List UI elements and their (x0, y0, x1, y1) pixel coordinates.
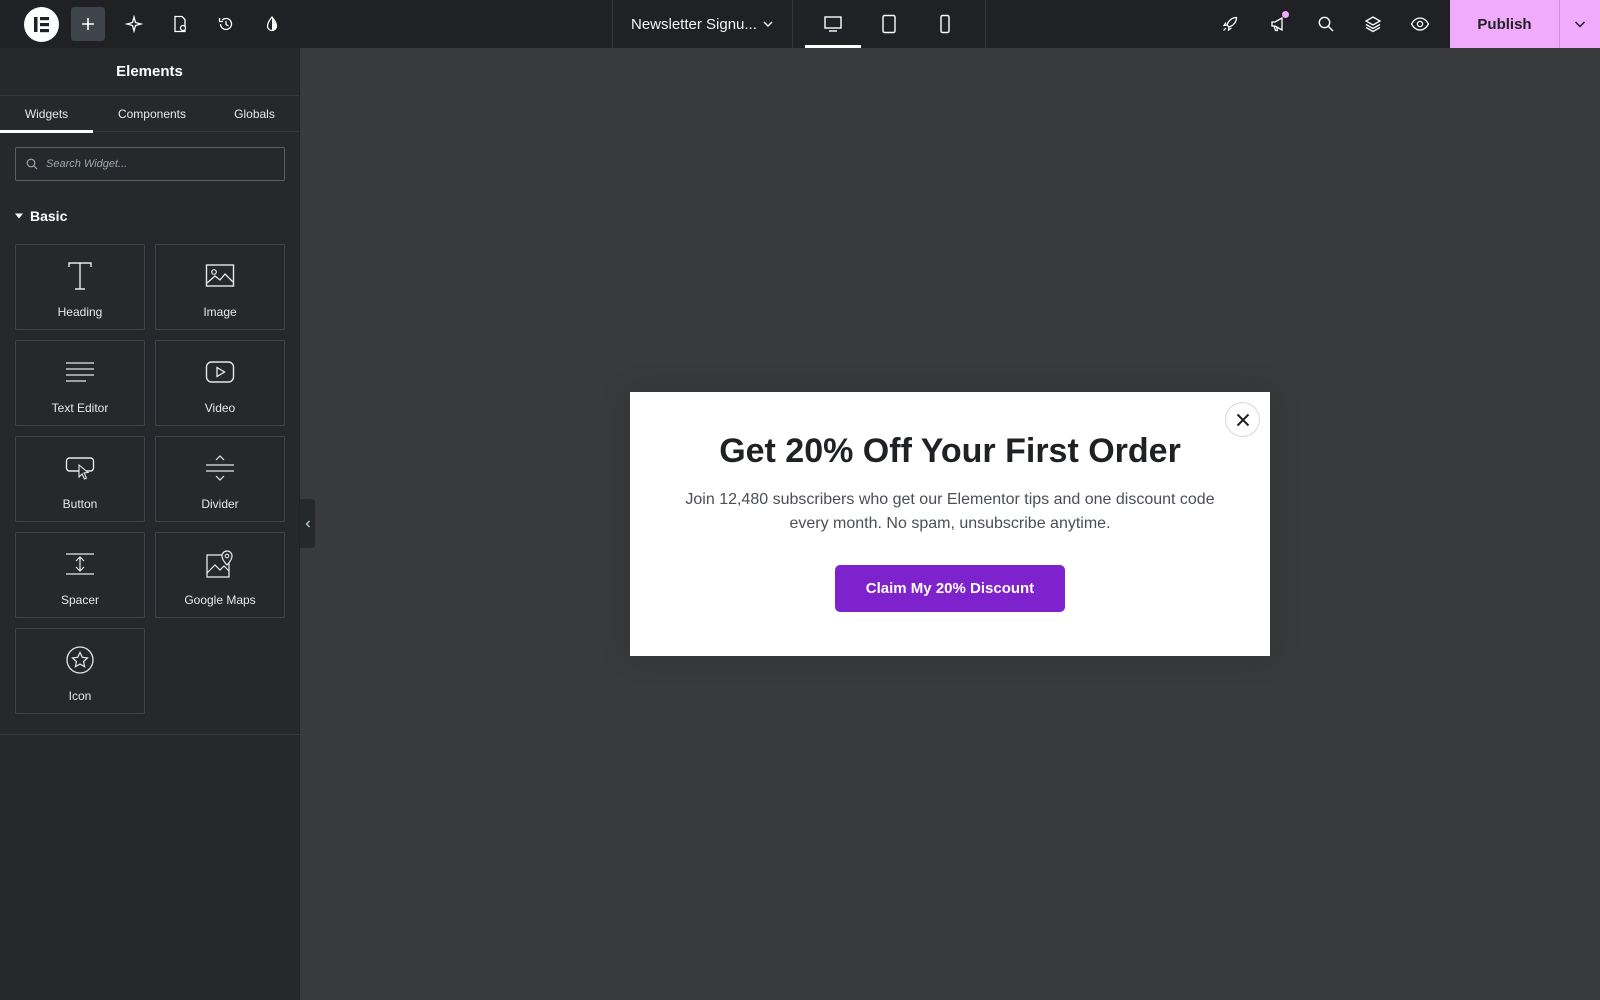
widget-divider[interactable]: Divider (155, 436, 285, 522)
top-bar: Newsletter Signu... Publish (0, 0, 1600, 48)
widget-spacer[interactable]: Spacer (15, 532, 145, 618)
image-icon (205, 259, 235, 293)
site-settings-icon[interactable] (255, 7, 289, 41)
widget-heading[interactable]: Heading (15, 244, 145, 330)
star-icon (65, 643, 95, 677)
widget-button[interactable]: Button (15, 436, 145, 522)
collapse-panel-button[interactable] (300, 499, 315, 548)
widget-video[interactable]: Video (155, 340, 285, 426)
structure-layers-icon[interactable] (1356, 7, 1390, 41)
popup-heading: Get 20% Off Your First Order (719, 432, 1181, 470)
widget-image[interactable]: Image (155, 244, 285, 330)
section-basic-toggle[interactable]: Basic (15, 208, 67, 224)
notification-dot (1282, 11, 1289, 18)
notifications-megaphone-icon[interactable] (1261, 7, 1295, 41)
panel-tabs: Widgets Components Globals (0, 96, 299, 133)
spacer-icon (65, 547, 95, 581)
publish-options-button[interactable] (1559, 0, 1600, 48)
widget-label: Divider (201, 497, 239, 511)
tablet-icon[interactable] (861, 0, 917, 48)
publish-button[interactable]: Publish (1450, 0, 1559, 48)
mobile-icon[interactable] (917, 0, 973, 48)
close-icon (1236, 413, 1249, 426)
widget-label: Text Editor (51, 401, 109, 415)
caret-down-icon (15, 213, 23, 219)
tab-globals[interactable]: Globals (222, 96, 287, 132)
heading-icon (66, 259, 94, 293)
section-title: Basic (30, 208, 68, 224)
search-icon (26, 158, 38, 170)
elements-panel: Elements Widgets Components Globals Basi… (0, 48, 300, 1000)
document-title-dropdown[interactable]: Newsletter Signu... (612, 0, 792, 48)
history-icon[interactable] (209, 7, 243, 41)
document-title: Newsletter Signu... (631, 15, 757, 33)
widget-search[interactable] (15, 147, 285, 181)
widget-label: Button (62, 497, 98, 511)
add-element-button[interactable] (71, 7, 105, 41)
widget-label: Google Maps (184, 593, 256, 607)
page-settings-icon[interactable] (163, 7, 197, 41)
widget-label: Spacer (60, 593, 100, 607)
widget-label: Heading (57, 305, 103, 319)
preview-eye-icon[interactable] (1403, 7, 1437, 41)
text-editor-icon (65, 355, 95, 389)
widget-google-maps[interactable]: Google Maps (155, 532, 285, 618)
claim-discount-button[interactable]: Claim My 20% Discount (835, 565, 1065, 612)
popup-description: Join 12,480 subscribers who get our Elem… (685, 491, 1215, 532)
elementor-logo-icon[interactable] (24, 7, 59, 42)
checklist-rocket-icon[interactable] (1213, 7, 1247, 41)
widget-text-editor[interactable]: Text Editor (15, 340, 145, 426)
chevron-down-icon (763, 21, 773, 27)
divider-icon (205, 451, 235, 485)
desktop-icon[interactable] (805, 0, 861, 48)
tab-components[interactable]: Components (107, 96, 197, 132)
separator (985, 0, 986, 48)
widget-label: Icon (68, 689, 92, 703)
panel-title: Elements (0, 48, 299, 96)
plus-icon (82, 18, 94, 30)
ai-sparkle-icon[interactable] (117, 7, 151, 41)
chevron-left-icon (305, 520, 310, 527)
chevron-down-icon (1574, 21, 1586, 28)
widget-label: Image (203, 305, 237, 319)
widget-icon[interactable]: Icon (15, 628, 145, 714)
search-input[interactable] (46, 158, 266, 170)
separator (792, 0, 793, 48)
newsletter-popup[interactable]: Get 20% Off Your First Order Join 12,480… (630, 392, 1270, 656)
widget-label: Video (204, 401, 236, 415)
button-icon (65, 451, 95, 485)
divider-line (0, 734, 300, 735)
tab-widgets[interactable]: Widgets (0, 96, 93, 133)
finder-search-icon[interactable] (1309, 7, 1343, 41)
video-icon (205, 355, 235, 389)
google-maps-icon (205, 547, 235, 581)
